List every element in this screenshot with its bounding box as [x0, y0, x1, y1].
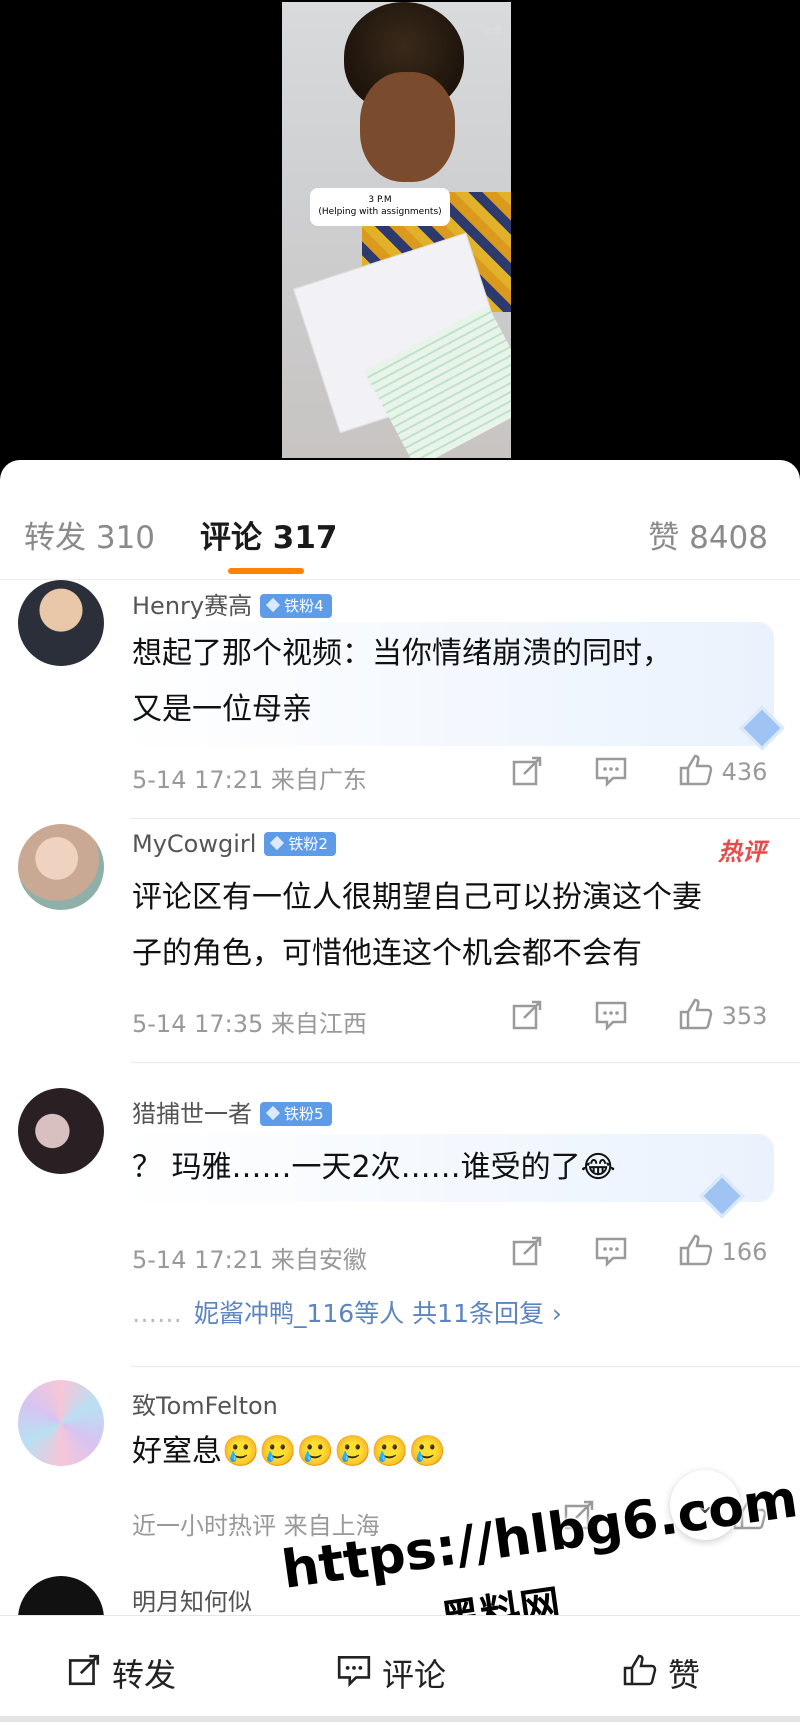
comment-location: 来自广东	[270, 766, 367, 794]
share-icon	[66, 1652, 102, 1696]
thumbs-up-icon	[679, 998, 713, 1030]
comment-location: 来自安徽	[270, 1246, 367, 1274]
share-icon[interactable]	[510, 754, 544, 794]
row-divider	[130, 1062, 800, 1063]
username-text: 致TomFelton	[132, 1392, 278, 1420]
video-caption: 3 P.M (Helping with assignments)	[310, 188, 450, 226]
comment-text-line: 好窒息🥲🥲🥲🥲🥲🥲	[132, 1434, 447, 1469]
comment-text[interactable]: 评论区有一位人很期望自己可以扮演这个妻 子的角色，可惜他连这个机会都不会有	[132, 870, 782, 982]
like-count: 166	[721, 1238, 768, 1266]
fan-badge: 铁粉5	[260, 1102, 332, 1126]
comment-location: 来自江西	[270, 1010, 367, 1038]
row-divider	[130, 1366, 800, 1367]
comment-text-line: ？ 玛雅……一天2次……谁受的了😂	[132, 1150, 616, 1185]
comment-text[interactable]: 想起了那个视频：当你情绪崩溃的同时， 又是一位母亲	[132, 626, 782, 738]
comment-text-line: 又是一位母亲	[132, 692, 312, 727]
comment-icon	[336, 1652, 372, 1696]
comment-username[interactable]: 猎捕世一者 铁粉5	[132, 1094, 332, 1129]
like-count: 436	[721, 758, 768, 786]
comment-text-line: 评论区有一位人很期望自己可以扮演这个妻	[132, 880, 702, 915]
share-icon[interactable]	[510, 998, 544, 1038]
like-button[interactable]: 353	[678, 996, 767, 1032]
thumbs-up-icon	[679, 754, 713, 786]
video-caption-line1: 3 P.M	[368, 195, 392, 205]
tabs-divider	[0, 579, 800, 580]
comment-text[interactable]: ？ 玛雅……一天2次……谁受的了😂	[132, 1140, 782, 1196]
comment-username[interactable]: Henry赛高 铁粉4	[132, 586, 332, 621]
comment-meta: 5-14 17:35 来自江西	[132, 1004, 367, 1039]
badge-label: 铁粉5	[284, 1105, 324, 1123]
video-frame[interactable]: 3 P.M (Helping with assignments) 微博	[282, 2, 511, 458]
comment-username[interactable]: 明月知何似	[132, 1582, 252, 1617]
comment-text-line: 子的角色，可惜他连这个机会都不会有	[132, 936, 642, 971]
username-text: Henry赛高	[132, 592, 253, 620]
reply-icon[interactable]	[594, 1234, 628, 1274]
like-button[interactable]: 436	[678, 752, 767, 788]
replies-prefix: ……	[132, 1299, 182, 1328]
comment-label: 评论	[382, 1656, 447, 1694]
avatar[interactable]	[18, 580, 104, 666]
video-watermark: 微博	[482, 27, 501, 37]
video-player[interactable]: 3 P.M (Helping with assignments) 微博	[0, 0, 800, 460]
video-person-face	[360, 72, 455, 182]
tab-like[interactable]: 赞 8408	[648, 512, 768, 557]
view-replies-link[interactable]: …… 妮酱冲鸭_116等人 共11条回复 ›	[132, 1294, 562, 1330]
comment-text[interactable]: 好窒息🥲🥲🥲🥲🥲🥲	[132, 1424, 782, 1480]
tab-repost[interactable]: 转发 310	[24, 512, 155, 557]
comment-time: 5-14 17:21	[132, 1246, 264, 1274]
fan-badge: 铁粉4	[260, 594, 332, 618]
reply-icon[interactable]	[594, 754, 628, 794]
comment-time: 近一小时热评	[132, 1512, 276, 1540]
like-post-button[interactable]: 赞	[622, 1650, 700, 1696]
fan-badge: 铁粉2	[264, 832, 336, 856]
row-divider	[130, 818, 800, 819]
hot-comment-badge: 热评	[718, 838, 766, 866]
avatar[interactable]	[18, 1088, 104, 1174]
comment-meta: 5-14 17:21 来自广东	[132, 760, 367, 795]
share-icon[interactable]	[510, 1234, 544, 1274]
bottom-action-bar: 转发 评论 赞	[0, 1615, 800, 1725]
repost-button[interactable]: 转发	[66, 1650, 176, 1696]
comment-text-line: 想起了那个视频：当你情绪崩溃的同时，	[132, 636, 672, 671]
thumbs-up-icon	[679, 1234, 713, 1266]
username-text: MyCowgirl	[132, 830, 257, 858]
like-label: 赞	[668, 1656, 701, 1694]
like-button[interactable]: 166	[678, 1232, 767, 1268]
comment-time: 5-14 17:21	[132, 766, 264, 794]
like-count: 353	[721, 1002, 768, 1030]
comment-meta: 5-14 17:21 来自安徽	[132, 1240, 367, 1275]
badge-label: 铁粉4	[284, 597, 324, 615]
username-text: 猎捕世一者	[132, 1100, 252, 1128]
comment-time: 5-14 17:35	[132, 1010, 264, 1038]
avatar[interactable]	[18, 1380, 104, 1466]
comment-button[interactable]: 评论	[336, 1650, 446, 1696]
badge-label: 铁粉2	[288, 835, 328, 853]
thumbs-up-icon	[622, 1652, 658, 1696]
home-indicator	[0, 1716, 800, 1722]
tab-active-indicator	[228, 568, 304, 574]
diamond-icon	[266, 597, 281, 613]
diamond-icon	[265, 1105, 281, 1121]
comment-username[interactable]: MyCowgirl 铁粉2	[132, 830, 336, 858]
username-text: 明月知何似	[132, 1588, 252, 1616]
reply-icon[interactable]	[594, 998, 628, 1038]
replies-text: 妮酱冲鸭_116等人 共11条回复 ›	[194, 1299, 562, 1328]
diamond-icon	[270, 835, 285, 851]
tab-bar: 转发 310 评论 317 赞 8408	[0, 460, 800, 580]
comment-username[interactable]: 致TomFelton	[132, 1386, 278, 1421]
video-caption-line2: (Helping with assignments)	[318, 207, 442, 217]
avatar[interactable]	[18, 824, 104, 910]
repost-label: 转发	[112, 1656, 177, 1694]
